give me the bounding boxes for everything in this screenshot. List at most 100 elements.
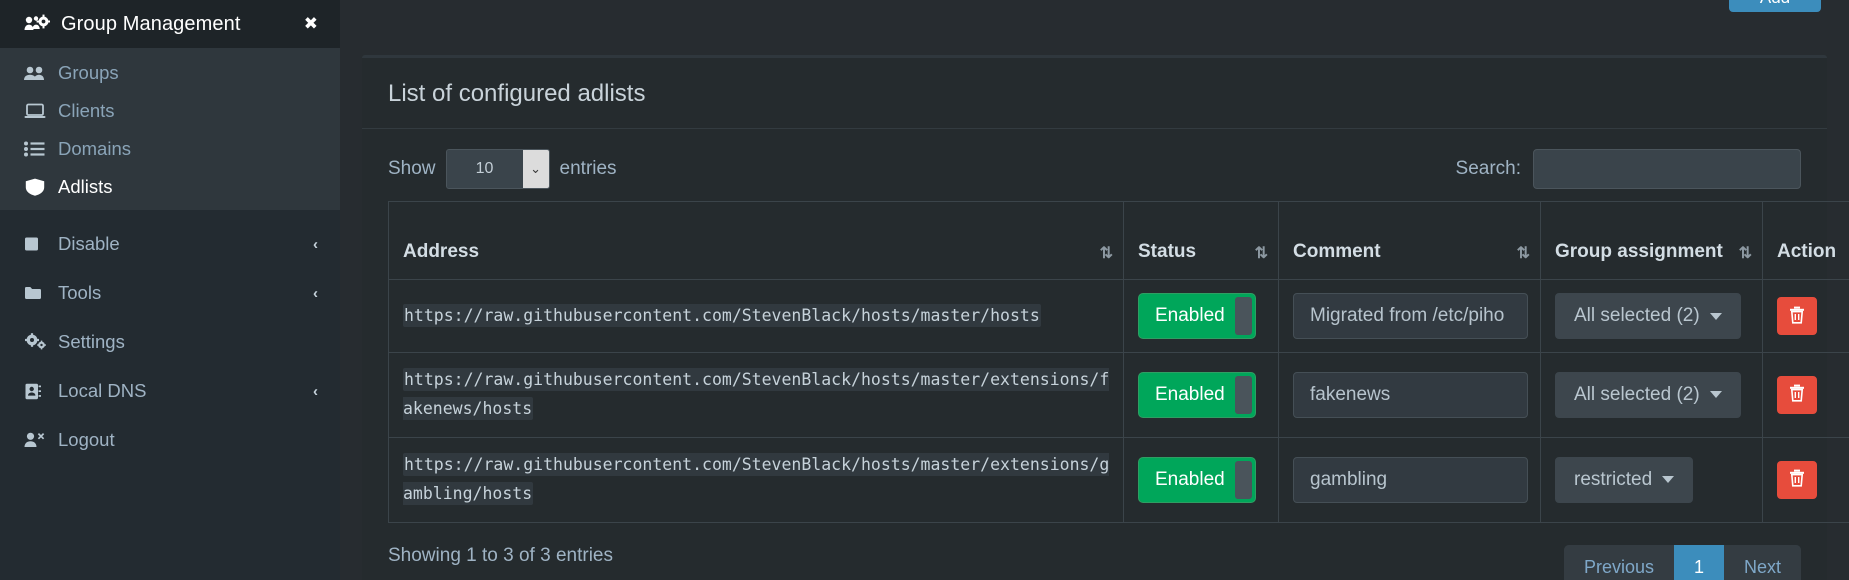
address-book-icon — [24, 383, 50, 400]
cell-action — [1762, 279, 1849, 353]
adlists-panel: List of configured adlists Show 10 ⌄ ent… — [362, 55, 1849, 580]
toggle-knob — [1235, 460, 1252, 499]
table-controls: Show 10 ⌄ entries Search: — [362, 129, 1827, 201]
sidebar-item-label: Settings — [58, 331, 125, 352]
search-label: Search: — [1455, 158, 1521, 179]
pagination-page-1[interactable]: 1 — [1673, 544, 1724, 580]
sidebar-item-domains[interactable]: Domains — [0, 130, 340, 168]
cell-group-assignment: restricted — [1540, 436, 1763, 523]
column-label: Comment — [1293, 240, 1381, 262]
cell-action — [1762, 352, 1849, 438]
chevron-left-icon[interactable]: ‹ — [313, 236, 318, 253]
sidebar-item-groups[interactable]: Groups — [0, 54, 340, 92]
sidebar-header-group-management[interactable]: Group Management ✖ — [0, 0, 340, 48]
delete-icon — [1789, 469, 1805, 490]
sidebar-item-tools[interactable]: Tools ‹ — [0, 274, 340, 312]
column-header-group-assignment[interactable]: Group assignment ⇅ — [1540, 201, 1763, 280]
group-assignment-label: restricted — [1574, 468, 1653, 490]
sidebar-item-label: Local DNS — [58, 380, 147, 401]
sidebar: Group Management ✖ Groups Clients Domain… — [0, 0, 340, 580]
status-label: Enabled — [1155, 468, 1225, 490]
chevron-down-icon[interactable]: ✖ — [304, 14, 318, 34]
column-label: Address — [403, 240, 480, 262]
chevron-left-icon[interactable]: ‹ — [313, 285, 318, 302]
cell-address: https://raw.githubusercontent.com/Steven… — [388, 436, 1124, 523]
sidebar-item-logout[interactable]: Logout — [0, 421, 340, 459]
column-header-status[interactable]: Status ⇅ — [1123, 201, 1279, 280]
table-header-row: Address ⇅ Status ⇅ Comment ⇅ Group assig… — [388, 201, 1849, 280]
comment-input[interactable] — [1293, 371, 1528, 418]
sidebar-item-label: Domains — [58, 138, 131, 159]
group-assignment-dropdown[interactable]: All selected (2) — [1555, 371, 1741, 418]
status-toggle[interactable]: Enabled — [1138, 293, 1256, 339]
pagination-next[interactable]: Next — [1723, 544, 1801, 580]
sidebar-item-settings[interactable]: Settings — [0, 323, 340, 361]
delete-button[interactable] — [1777, 297, 1817, 335]
delete-icon — [1789, 384, 1805, 405]
sidebar-header-title: Group Management — [61, 12, 241, 35]
pagination: Previous 1 Next — [1563, 544, 1801, 580]
column-header-action: Action — [1762, 201, 1849, 280]
cell-comment — [1278, 436, 1541, 523]
status-toggle[interactable]: Enabled — [1138, 456, 1256, 503]
sort-icon[interactable]: ⇅ — [1255, 243, 1268, 263]
group-assignment-dropdown[interactable]: restricted — [1555, 456, 1694, 503]
toggle-knob — [1235, 297, 1252, 335]
sidebar-item-label: Tools — [58, 282, 102, 303]
column-header-address[interactable]: Address ⇅ — [388, 201, 1124, 280]
cell-comment — [1278, 279, 1541, 353]
cell-status: Enabled — [1123, 352, 1279, 438]
chevron-left-icon[interactable]: ‹ — [313, 383, 318, 400]
entries-select[interactable]: 10 ⌄ — [445, 149, 550, 189]
adlist-url: https://raw.githubusercontent.com/Steven… — [403, 303, 1041, 327]
group-assignment-dropdown[interactable]: All selected (2) — [1555, 293, 1741, 339]
sidebar-divider-3 — [0, 312, 340, 323]
entries-select-value: 10 — [446, 150, 523, 188]
delete-button[interactable] — [1777, 460, 1817, 499]
delete-button[interactable] — [1777, 375, 1817, 414]
table-body: https://raw.githubusercontent.com/Steven… — [388, 279, 1849, 523]
sidebar-divider-5 — [0, 410, 340, 421]
entries-length-control: Show 10 ⌄ entries — [388, 149, 617, 189]
table-row: https://raw.githubusercontent.com/Steven… — [388, 352, 1849, 438]
cell-address: https://raw.githubusercontent.com/Steven… — [388, 352, 1124, 438]
sidebar-secondary-group: Disable ‹ Tools ‹ Settings Local DNS ‹ L… — [0, 210, 340, 459]
column-header-comment[interactable]: Comment ⇅ — [1278, 201, 1541, 280]
adlists-table: Address ⇅ Status ⇅ Comment ⇅ Group assig… — [388, 201, 1849, 523]
panel-header: List of configured adlists — [362, 58, 1827, 129]
comment-input[interactable] — [1293, 293, 1528, 339]
showing-entries-info: Showing 1 to 3 of 3 entries — [388, 544, 613, 566]
search-input[interactable] — [1533, 149, 1801, 189]
pagination-previous[interactable]: Previous — [1563, 544, 1674, 580]
adlist-url: https://raw.githubusercontent.com/Steven… — [403, 452, 1110, 505]
cogs-icon — [24, 333, 50, 351]
sidebar-item-disable[interactable]: Disable ‹ — [0, 225, 340, 263]
table-row: https://raw.githubusercontent.com/Steven… — [388, 436, 1849, 523]
chevron-down-icon[interactable]: ⌄ — [522, 150, 549, 188]
sidebar-item-adlists[interactable]: Adlists — [0, 168, 340, 206]
show-label: Show — [388, 158, 436, 179]
sort-icon[interactable]: ⇅ — [1100, 243, 1113, 263]
sidebar-item-local-dns[interactable]: Local DNS ‹ — [0, 372, 340, 410]
cell-group-assignment: All selected (2) — [1540, 279, 1763, 353]
table-footer: Showing 1 to 3 of 3 entries Previous 1 N… — [362, 523, 1827, 580]
column-label: Group assignment — [1555, 240, 1723, 262]
sidebar-item-clients[interactable]: Clients — [0, 92, 340, 130]
sort-icon[interactable]: ⇅ — [1739, 243, 1752, 263]
sort-icon[interactable]: ⇅ — [1517, 243, 1530, 263]
sidebar-divider-2 — [0, 263, 340, 274]
sidebar-divider-1 — [0, 214, 340, 225]
add-button[interactable]: Add — [1729, 0, 1821, 12]
cell-group-assignment: All selected (2) — [1540, 352, 1763, 438]
sidebar-divider-4 — [0, 361, 340, 372]
users-icon — [24, 65, 50, 81]
table-head: Address ⇅ Status ⇅ Comment ⇅ Group assig… — [388, 201, 1849, 280]
sidebar-item-label: Adlists — [58, 176, 113, 197]
status-toggle[interactable]: Enabled — [1138, 371, 1256, 418]
delete-icon — [1789, 306, 1805, 327]
comment-input[interactable] — [1293, 456, 1528, 503]
sidebar-primary-group: Groups Clients Domains Adlists — [0, 48, 340, 210]
column-label: Action — [1777, 240, 1837, 262]
user-times-icon — [24, 432, 50, 448]
add-button-container: Add — [1729, 0, 1821, 12]
